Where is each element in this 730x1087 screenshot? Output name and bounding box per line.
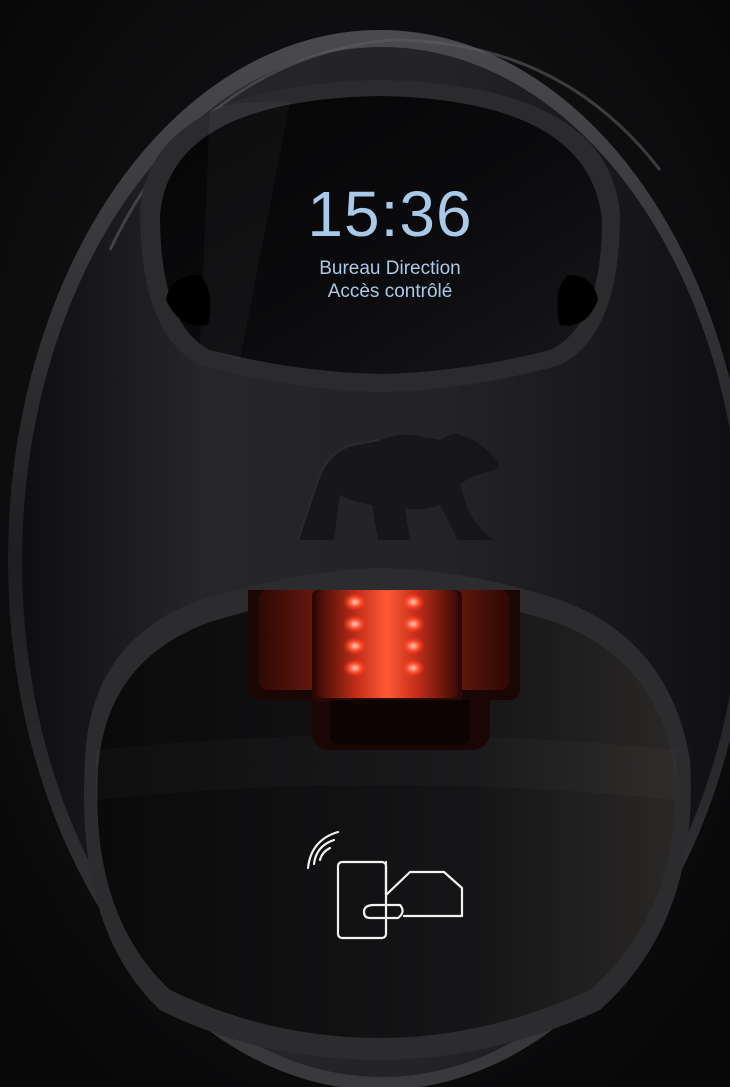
access-reader-scene — [0, 0, 730, 1087]
display-room-name: Bureau Direction — [319, 258, 461, 279]
display-access-status: Accès contrôlé — [327, 281, 453, 302]
display-clock: 15:36 — [307, 178, 473, 250]
